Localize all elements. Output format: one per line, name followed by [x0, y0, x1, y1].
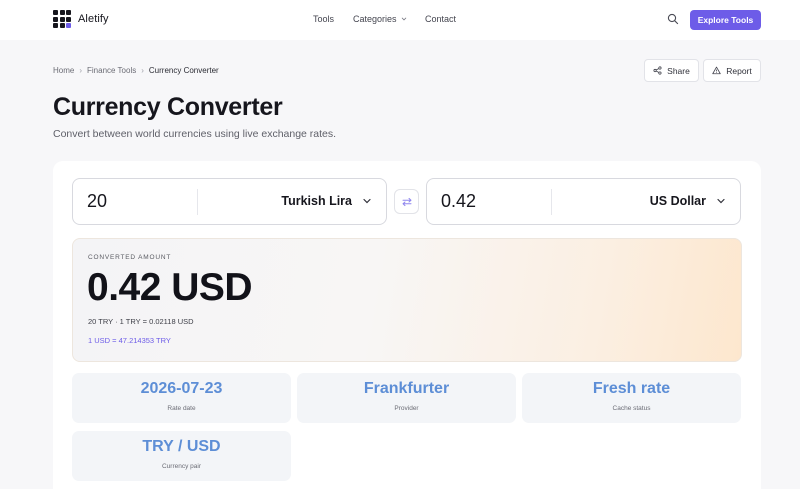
converted-amount-label: CONVERTED AMOUNT [88, 254, 172, 261]
chevron-down-icon [401, 17, 406, 21]
field-divider [551, 189, 552, 215]
to-currency-field: 0.42 US Dollar [426, 178, 741, 225]
swap-currencies-button[interactable] [394, 189, 419, 214]
stat-rate-date: 2026-07-23 Rate date [72, 373, 291, 423]
breadcrumb-home[interactable]: Home [53, 66, 74, 75]
report-button[interactable]: Report [703, 59, 761, 82]
share-icon [653, 66, 662, 75]
stat-value: Frankfurter [363, 380, 450, 397]
explore-tools-button[interactable]: Explore Tools [690, 10, 761, 30]
swap-arrows-icon [402, 197, 411, 206]
nav-link-tools[interactable]: Tools [313, 14, 334, 24]
stat-value: 2026-07-23 [140, 380, 223, 397]
field-divider [197, 189, 198, 215]
stat-cache-status: Fresh rate Cache status [522, 373, 741, 423]
stat-value: Fresh rate [592, 380, 671, 397]
chevron-down-icon [363, 198, 371, 204]
share-label: Share [667, 65, 690, 76]
converted-amount-panel: CONVERTED AMOUNT 0.42 USD 20 TRY · 1 TRY… [72, 238, 742, 362]
to-currency-label: US Dollar [649, 194, 706, 208]
chevron-down-icon [717, 198, 725, 204]
breadcrumb-current: Currency Converter [148, 66, 219, 75]
breadcrumb-separator-icon: › [141, 66, 144, 75]
stat-currency-pair: TRY / USD Currency pair [72, 431, 291, 481]
top-navigation-bar: Aletify Tools Categories Contact Explore… [0, 0, 800, 40]
page-subtitle: Convert between world currencies using l… [53, 128, 337, 140]
from-amount-input[interactable]: 20 [87, 191, 107, 212]
to-amount-input[interactable]: 0.42 [441, 191, 476, 212]
search-icon[interactable] [667, 13, 679, 25]
brand-name: Aletify [78, 13, 109, 25]
from-currency-field: 20 Turkish Lira [72, 178, 387, 225]
brand-logo[interactable]: Aletify [53, 10, 109, 28]
stat-label: Provider [394, 405, 419, 412]
stat-label: Rate date [167, 405, 196, 412]
grid-logo-icon [53, 10, 71, 28]
breadcrumb-finance-tools[interactable]: Finance Tools [87, 66, 136, 75]
stat-label: Cache status [612, 405, 651, 412]
stat-value: TRY / USD [142, 438, 221, 455]
from-currency-label: Turkish Lira [281, 194, 352, 208]
report-label: Report [726, 65, 752, 76]
nav-categories-label: Categories [353, 14, 397, 24]
stat-label: Currency pair [161, 463, 201, 470]
to-currency-select[interactable]: US Dollar [650, 194, 726, 208]
stat-provider: Frankfurter Provider [297, 373, 516, 423]
breadcrumb: Home › Finance Tools › Currency Converte… [53, 66, 219, 75]
warning-icon [712, 66, 721, 75]
nav-link-contact[interactable]: Contact [425, 14, 456, 24]
share-button[interactable]: Share [644, 59, 699, 82]
conversion-rate-detail: 20 TRY · 1 TRY = 0.02118 USD [88, 317, 194, 326]
from-currency-select[interactable]: Turkish Lira [281, 194, 372, 208]
converted-amount-value: 0.42 USD [87, 266, 253, 309]
breadcrumb-separator-icon: › [79, 66, 83, 75]
page-title: Currency Converter [53, 93, 283, 121]
nav-dropdown-categories[interactable]: Categories [353, 14, 407, 24]
inverse-rate: 1 USD = 47.214353 TRY [88, 336, 171, 345]
